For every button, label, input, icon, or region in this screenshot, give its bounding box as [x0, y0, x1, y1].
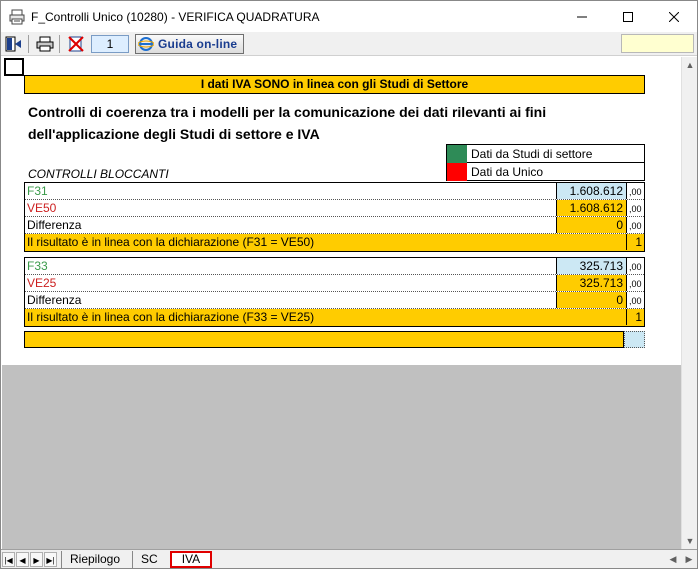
spreadsheet-area[interactable]: I dati IVA SONO in linea con gli Studi d… — [2, 57, 682, 365]
window-title: F_Controlli Unico (10280) - VERIFICA QUA… — [31, 9, 320, 24]
scroll-down-button[interactable]: ▼ — [682, 533, 697, 549]
title-bar: F_Controlli Unico (10280) - VERIFICA QUA… — [1, 1, 697, 32]
next-sheet-button[interactable]: ▶ — [30, 551, 43, 567]
table-row: VE50 1.608.612 ,00 — [25, 200, 644, 217]
table-row: Differenza 0 ,00 — [25, 292, 644, 309]
tab-iva[interactable]: IVA — [169, 550, 213, 568]
table-row: F33 325.713 ,00 — [25, 258, 644, 275]
internet-explorer-icon — [138, 36, 154, 51]
minimize-button[interactable] — [559, 1, 605, 32]
value-cell[interactable]: 325.713 — [556, 258, 626, 274]
result-label: Il risultato è in linea con la dichiaraz… — [27, 310, 315, 324]
minimize-icon — [577, 16, 587, 17]
row-label: F31 — [27, 184, 48, 198]
scroll-up-button[interactable]: ▲ — [682, 57, 697, 73]
value-cell[interactable]: 0 — [556, 292, 626, 308]
printer-icon — [36, 36, 54, 51]
result-row: Il risultato è in linea con la dichiaraz… — [25, 234, 644, 251]
toolbar-separator — [28, 34, 29, 53]
empty-sheet-area — [2, 365, 682, 549]
toolbar-separator — [59, 34, 60, 53]
status-field[interactable] — [621, 34, 694, 53]
row-label: VE25 — [27, 276, 57, 290]
green-swatch — [447, 144, 467, 163]
maximize-icon — [623, 11, 633, 22]
result-value: 1 — [635, 310, 642, 324]
legend-item-unico: Dati da Unico — [447, 163, 644, 181]
cell-divider — [626, 234, 627, 250]
delete-button[interactable] — [65, 34, 87, 54]
legend-item-studi: Dati da Studi di settore — [447, 144, 644, 163]
legend-label: Dati da Unico — [471, 165, 544, 179]
row-label: Differenza — [27, 293, 82, 307]
result-row: Il risultato è in linea con la dichiaraz… — [25, 309, 644, 326]
vertical-scrollbar[interactable]: ▲ ▼ — [681, 57, 697, 549]
row-label: VE50 — [27, 201, 57, 215]
exit-button[interactable] — [3, 34, 25, 54]
print-button[interactable] — [34, 34, 56, 54]
summary-bar — [24, 331, 624, 348]
legend-label: Dati da Studi di settore — [471, 146, 593, 161]
value-cell[interactable]: 1.608.612 — [556, 200, 626, 216]
legend: Dati da Studi di settore Dati da Unico — [446, 144, 645, 181]
sheet-tab-bar: |◀ ◀ ▶ ▶| Riepilogo SC IVA ◀ ▶ — [1, 549, 697, 568]
value-cell[interactable]: 0 — [556, 217, 626, 233]
online-guide-label: Guida on-line — [158, 36, 238, 51]
row-label: F33 — [27, 259, 48, 273]
check-block-f31: F31 1.608.612 ,00 VE50 1.608.612 ,00 Dif… — [24, 182, 645, 252]
controls-section-label: CONTROLLI BLOCCANTI — [28, 167, 169, 181]
red-swatch — [447, 163, 467, 181]
first-sheet-button[interactable]: |◀ — [2, 551, 15, 567]
decimal-cell: ,00 — [626, 275, 645, 291]
result-label: Il risultato è in linea con la dichiaraz… — [27, 235, 315, 249]
table-row: F31 1.608.612 ,00 — [25, 183, 644, 200]
tab-sc[interactable]: SC — [132, 550, 166, 568]
decimal-cell: ,00 — [626, 183, 645, 199]
exit-door-icon — [5, 36, 21, 51]
decimal-cell: ,00 — [626, 200, 645, 216]
page-number-field[interactable]: 1 — [91, 34, 129, 53]
check-block-f33: F33 325.713 ,00 VE25 325.713 ,00 Differe… — [24, 257, 645, 327]
online-guide-button[interactable]: Guida on-line — [135, 33, 245, 54]
page-heading: Controlli di coerenza tra i modelli per … — [28, 104, 547, 142]
printer-app-icon — [9, 9, 25, 24]
close-icon — [669, 11, 679, 22]
maximize-button[interactable] — [605, 1, 651, 32]
result-value: 1 — [635, 235, 642, 249]
row-label: Differenza — [27, 218, 82, 232]
close-button[interactable] — [651, 1, 697, 32]
table-row: Differenza 0 ,00 — [25, 217, 644, 234]
active-cell-cursor[interactable] — [4, 58, 24, 76]
value-cell[interactable]: 325.713 — [556, 275, 626, 291]
status-banner: I dati IVA SONO in linea con gli Studi d… — [24, 75, 645, 94]
table-row: VE25 325.713 ,00 — [25, 275, 644, 292]
summary-cell[interactable] — [624, 331, 645, 348]
toolbar: 1 Guida on-line — [1, 32, 697, 56]
decimal-cell: ,00 — [626, 258, 645, 274]
scroll-right-button[interactable]: ▶ — [681, 551, 697, 567]
decimal-cell: ,00 — [626, 292, 645, 308]
scroll-left-button[interactable]: ◀ — [665, 551, 681, 567]
app-window: F_Controlli Unico (10280) - VERIFICA QUA… — [0, 0, 698, 569]
last-sheet-button[interactable]: ▶| — [44, 551, 57, 567]
decimal-cell: ,00 — [626, 217, 645, 233]
cell-divider — [626, 309, 627, 325]
prev-sheet-button[interactable]: ◀ — [16, 551, 29, 567]
delete-document-icon — [68, 35, 84, 52]
value-cell[interactable]: 1.608.612 — [556, 183, 626, 199]
tab-riepilogo[interactable]: Riepilogo — [61, 550, 128, 568]
